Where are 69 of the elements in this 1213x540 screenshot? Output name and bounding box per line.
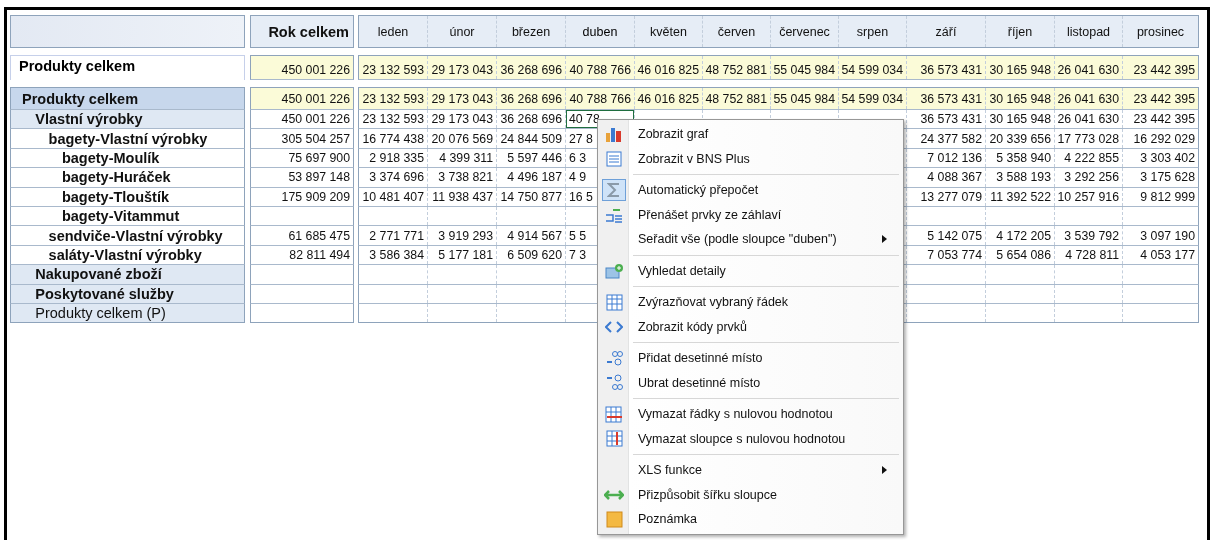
- row-label[interactable]: Produkty celkem: [11, 88, 244, 109]
- table-cell: 36 573 431: [907, 88, 986, 109]
- menu-item[interactable]: Ubrat desetinné místo: [600, 370, 901, 395]
- submenu-arrow-icon: [882, 466, 887, 475]
- table-cell: 26 041 630: [1055, 88, 1123, 109]
- table-cell: 450 001 226: [251, 88, 353, 109]
- submenu-arrow-icon: [882, 235, 887, 244]
- table-cell: 23 132 593: [359, 88, 428, 109]
- column-header: prosinec: [1123, 16, 1198, 47]
- table-cell: 36 268 696: [497, 56, 566, 79]
- table-cell: 36 573 431: [907, 56, 986, 79]
- table-cell: 17 773 028: [1055, 129, 1123, 148]
- menu-item[interactable]: Zobrazit kódy prvků: [600, 314, 901, 339]
- table-cell: 36 268 696: [497, 88, 566, 109]
- table-cell: 40 788 766: [566, 88, 635, 109]
- note-icon: [605, 510, 623, 528]
- column-header: duben: [566, 16, 635, 47]
- table-cell: 55 045 984: [771, 56, 839, 79]
- table-down-arrow-icon: [605, 430, 623, 448]
- menu-item[interactable]: Vymazat sloupce s nulovou hodnotou: [600, 426, 901, 451]
- code-icon: [605, 320, 623, 333]
- table-cell: 26 041 630: [1055, 110, 1123, 129]
- table-cell: 29 173 043: [428, 56, 497, 79]
- menu-item[interactable]: Vymazat řádky s nulovou hodnotou: [600, 402, 901, 427]
- table-cell: 46 016 825: [635, 88, 703, 109]
- table-cell: 23 442 395: [1123, 88, 1198, 109]
- table-cell: 48 752 881: [703, 56, 771, 79]
- table-icon: [605, 293, 623, 311]
- column-header: Rok celkem: [251, 16, 353, 47]
- menu-item[interactable]: Poznámka: [600, 507, 901, 532]
- list-icon: [606, 150, 622, 167]
- row-label[interactable]: Nakupované zboží: [11, 265, 244, 284]
- column-header: únor: [428, 16, 497, 47]
- column-header: červen: [703, 16, 771, 47]
- column-header: červenec: [771, 16, 839, 47]
- transfer-icon: [605, 206, 623, 223]
- table-cell: 30 165 948: [986, 56, 1055, 79]
- table-cell: 40 788 766: [566, 56, 635, 79]
- menu-item[interactable]: Přidat desetinné místo: [600, 346, 901, 371]
- bar-chart-icon: [605, 125, 623, 143]
- table-cell: 26 041 630: [1055, 56, 1123, 79]
- menu-item[interactable]: Přizpůsobit šířku sloupce: [600, 482, 901, 507]
- table-cell: 46 016 825: [635, 56, 703, 79]
- table-cell: 55 045 984: [771, 88, 839, 109]
- menu-item[interactable]: XLS funkce: [600, 458, 901, 483]
- row-label[interactable]: Vlastní výrobky: [11, 110, 244, 129]
- decimal-add-icon: [605, 349, 623, 367]
- table-cell: 29 173 043: [428, 88, 497, 109]
- table-cell: 30 165 948: [986, 88, 1055, 109]
- column-header: listopad: [1055, 16, 1123, 47]
- table-cell: 48 752 881: [703, 88, 771, 109]
- table-cell: 54 599 034: [839, 88, 907, 109]
- row-label: Produkty celkem: [10, 55, 245, 80]
- column-header: březen: [497, 16, 566, 47]
- table-cell: 23 442 395: [1123, 56, 1198, 79]
- table-arrow-icon: [605, 405, 623, 423]
- column-header: říjen: [986, 16, 1055, 47]
- column-header: květen: [635, 16, 703, 47]
- menu-item[interactable]: Zvýrazňovat vybraný řádek: [600, 290, 901, 315]
- image-plus-icon: [605, 262, 623, 279]
- table-cell: 450 001 226: [251, 56, 353, 79]
- table-cell: 54 599 034: [839, 56, 907, 79]
- column-header: srpen: [839, 16, 907, 47]
- column-header: leden: [359, 16, 428, 47]
- horizontal-arrow-icon: [604, 488, 624, 501]
- decimal-remove-icon: [605, 374, 623, 392]
- table-cell: 23 132 593: [359, 56, 428, 79]
- column-header: září: [907, 16, 986, 47]
- sum-icon: [607, 182, 621, 199]
